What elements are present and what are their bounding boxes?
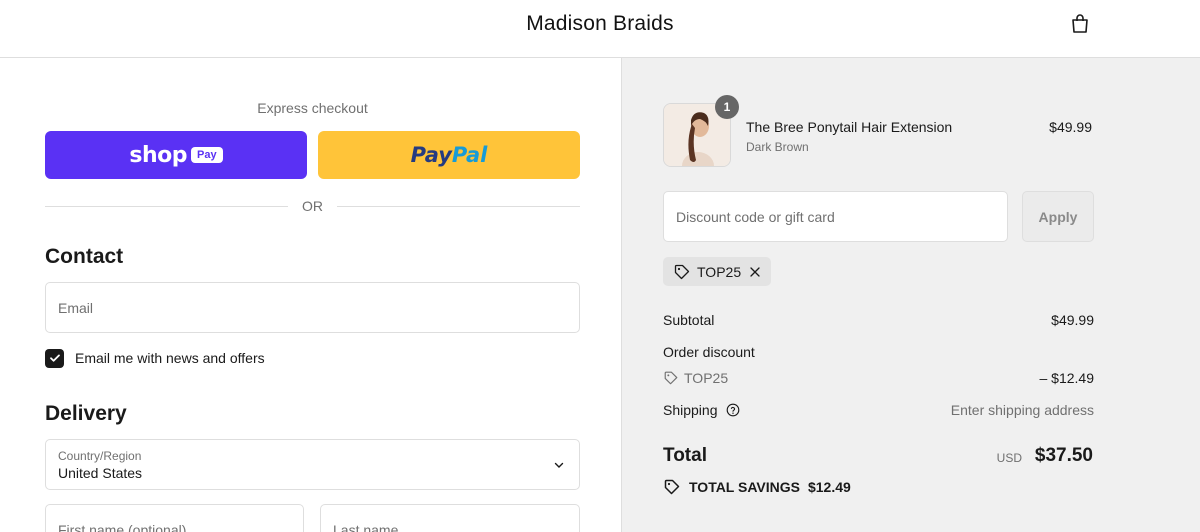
total-savings: TOTAL SAVINGS $12.49: [663, 478, 851, 496]
checkmark-icon: [49, 354, 60, 362]
express-checkout-label: Express checkout: [257, 100, 368, 116]
or-text: OR: [290, 198, 335, 214]
tag-icon: [674, 264, 690, 279]
shipping-value: Enter shipping address: [950, 402, 1094, 418]
shop-pay-pill: Pay: [191, 147, 223, 163]
delivery-heading: Delivery: [45, 402, 127, 425]
checkout-form: Express checkout shop Pay Pay Pal OR Cont…: [0, 58, 621, 532]
order-discount-label: Order discount: [663, 344, 755, 360]
discount-amount: – $12.49: [1039, 370, 1095, 386]
apply-discount-button[interactable]: Apply: [1022, 191, 1094, 242]
savings-label: TOTAL SAVINGS: [689, 479, 800, 495]
total-label: Total: [663, 445, 707, 466]
subtotal-value: $49.99: [1051, 312, 1094, 328]
store-name[interactable]: Madison Braids: [0, 12, 1200, 36]
quantity-badge: 1: [715, 95, 739, 119]
discount-code-input[interactable]: Discount code or gift card: [663, 191, 1008, 242]
country-value: United States: [58, 465, 143, 481]
help-icon[interactable]: [726, 403, 740, 417]
discount-placeholder: Discount code or gift card: [676, 209, 835, 225]
newsletter-checkbox[interactable]: [45, 348, 64, 368]
first-name-placeholder: First name (optional): [58, 522, 187, 532]
paypal-button[interactable]: Pay Pal: [318, 131, 580, 179]
product-variant: Dark Brown: [746, 140, 809, 154]
chevron-down-icon: [554, 462, 564, 468]
first-name-field[interactable]: First name (optional): [45, 504, 304, 532]
paypal-logo-pay: Pay: [410, 143, 452, 167]
paypal-logo-pal: Pal: [451, 143, 488, 167]
subtotal-row: Subtotal $49.99: [663, 312, 1094, 328]
shop-pay-button[interactable]: shop Pay: [45, 131, 307, 179]
email-placeholder: Email: [58, 300, 94, 316]
order-discount-row: Order discount: [663, 344, 1094, 360]
total-currency: USD: [996, 451, 1022, 465]
shipping-label: Shipping: [663, 402, 718, 418]
checkout-header: Madison Braids: [0, 0, 1200, 58]
applied-code: TOP25: [697, 263, 742, 280]
discount-code-row: TOP25 – $12.49: [663, 370, 1094, 389]
shop-pay-logo: shop: [129, 142, 188, 168]
country-select[interactable]: Country/Region United States: [45, 439, 580, 490]
applied-discount-tag: TOP25: [663, 257, 772, 286]
country-label: Country/Region: [58, 449, 142, 463]
total-amount: $37.50: [1034, 445, 1093, 466]
newsletter-option[interactable]: Email me with news and offers: [45, 348, 265, 368]
contact-heading: Contact: [45, 245, 124, 268]
discount-code-label: TOP25: [684, 370, 729, 386]
subtotal-label: Subtotal: [663, 312, 715, 328]
order-summary: 1 The Bree Ponytail Hair Extension Dark …: [621, 58, 1200, 532]
or-divider: OR: [45, 198, 580, 216]
email-field[interactable]: Email: [45, 282, 580, 333]
last-name-placeholder: Last name: [333, 522, 399, 532]
product-name: The Bree Ponytail Hair Extension: [746, 119, 953, 135]
last-name-field[interactable]: Last name: [320, 504, 580, 532]
product-price: $49.99: [1049, 119, 1092, 135]
shipping-row: Shipping Enter shipping address: [663, 402, 1094, 418]
savings-amount: $12.49: [807, 479, 851, 495]
remove-discount-icon[interactable]: [749, 266, 761, 278]
newsletter-label: Email me with news and offers: [75, 350, 265, 366]
savings-tag-icon: [664, 479, 680, 495]
tag-icon: [664, 371, 678, 385]
shopping-bag-icon[interactable]: [1068, 12, 1092, 36]
